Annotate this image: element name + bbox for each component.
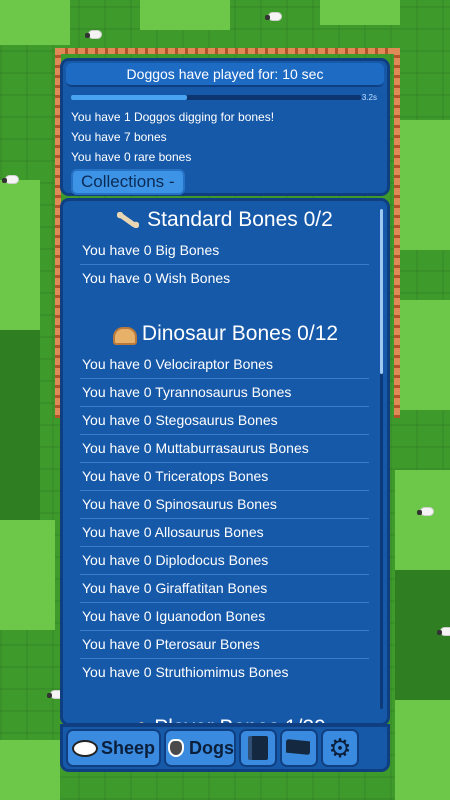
- sheep-sprite[interactable]: [417, 507, 434, 516]
- progress-timer: 3.2s: [361, 93, 377, 102]
- bone-count-row: You have 0 Wish Bones: [82, 270, 231, 286]
- bone-count-row: You have 0 Giraffatitan Bones: [80, 575, 369, 603]
- section-header: Standard Bones 0/2: [63, 203, 387, 237]
- bone-count-row: You have 0 Stegosaurus Bones: [80, 407, 369, 435]
- sheep-sprite[interactable]: [85, 30, 102, 39]
- dig-progress-bar: 3.2s: [71, 93, 379, 103]
- bone-count-row: You have 0 Spinosaurus Bones: [80, 491, 369, 519]
- status-panel: Doggos have played for: 10 sec 3.2s You …: [60, 58, 390, 196]
- bone-count-row: You have 0 Muttaburrasaurus Bones: [80, 435, 369, 463]
- sheep-button[interactable]: Sheep: [66, 729, 161, 767]
- bone-count-row: You have 0 Tyrannosaurus Bones: [80, 379, 369, 407]
- grass-patch: [0, 520, 55, 630]
- collections-toggle-button[interactable]: Collections -: [71, 169, 185, 195]
- bone-count-row: You have 0 Triceratops Bones: [80, 463, 369, 491]
- bone-count-row: You have 0 Struthiomimus Bones: [82, 664, 289, 680]
- collections-list: Standard Bones 0/2 You have 0 Big Bones Yo…: [63, 203, 387, 723]
- play-time-title: Doggos have played for: 10 sec: [66, 63, 384, 87]
- sheep-button-label: Sheep: [100, 737, 156, 758]
- bone-count-row: You have 0 Diplodocus Bones: [80, 547, 369, 575]
- progress-fill: [71, 95, 187, 100]
- scrollbar-thumb[interactable]: [380, 209, 383, 374]
- bone-count-row: You have 0 Pterosaur Bones: [80, 631, 369, 659]
- settings-button[interactable]: ⚙: [321, 729, 359, 767]
- section-header: Dinosaur Bones 0/12: [63, 317, 387, 351]
- fence-right: [394, 48, 400, 418]
- grass-patch: [395, 700, 450, 800]
- grass-patch: [0, 0, 70, 45]
- bone-icon: [117, 212, 140, 228]
- grass-patch: [0, 740, 60, 800]
- grass-patch: [0, 180, 40, 330]
- grass-patch: [395, 470, 450, 570]
- sheep-sprite[interactable]: [265, 12, 282, 21]
- grass-patch: [320, 0, 400, 25]
- bone-count-row: You have 0 Iguanodon Bones: [80, 603, 369, 631]
- fence-top: [55, 48, 400, 54]
- sheep-sprite[interactable]: [2, 175, 19, 184]
- dog-icon: [166, 737, 186, 759]
- bottom-nav: Sheep Dogs ⚙: [60, 724, 390, 772]
- book-button[interactable]: [239, 729, 277, 767]
- bone-count-row: You have 0 Big Bones: [80, 237, 369, 265]
- bone-collections-panel[interactable]: Standard Bones 0/2 You have 0 Big Bones Yo…: [60, 198, 390, 726]
- dogs-button-label: Dogs: [189, 737, 234, 758]
- bone-count-row: You have 0 Velociraptor Bones: [80, 351, 369, 379]
- flag-button[interactable]: [280, 729, 318, 767]
- grass-patch: [395, 300, 450, 410]
- bones-count-stat: You have 7 bones: [71, 130, 167, 144]
- sheep-icon: [71, 737, 98, 759]
- rare-bones-stat: You have 0 rare bones: [71, 150, 192, 164]
- sheep-sprite[interactable]: [437, 627, 450, 636]
- section-title: Standard Bones 0/2: [147, 208, 333, 231]
- section-title: Dinosaur Bones 0/12: [141, 322, 339, 345]
- dogs-button[interactable]: Dogs: [164, 729, 236, 767]
- grass-patch: [140, 0, 230, 30]
- gear-icon: ⚙: [328, 733, 352, 763]
- bone-count-row: You have 0 Allosaurus Bones: [80, 519, 369, 547]
- grass-patch: [0, 330, 40, 520]
- dino-bone-icon: [112, 326, 137, 345]
- grass-patch: [395, 120, 450, 250]
- book-icon: [248, 736, 268, 760]
- flag-icon: [286, 739, 312, 757]
- doggos-digging-stat: You have 1 Doggos digging for bones!: [71, 110, 275, 124]
